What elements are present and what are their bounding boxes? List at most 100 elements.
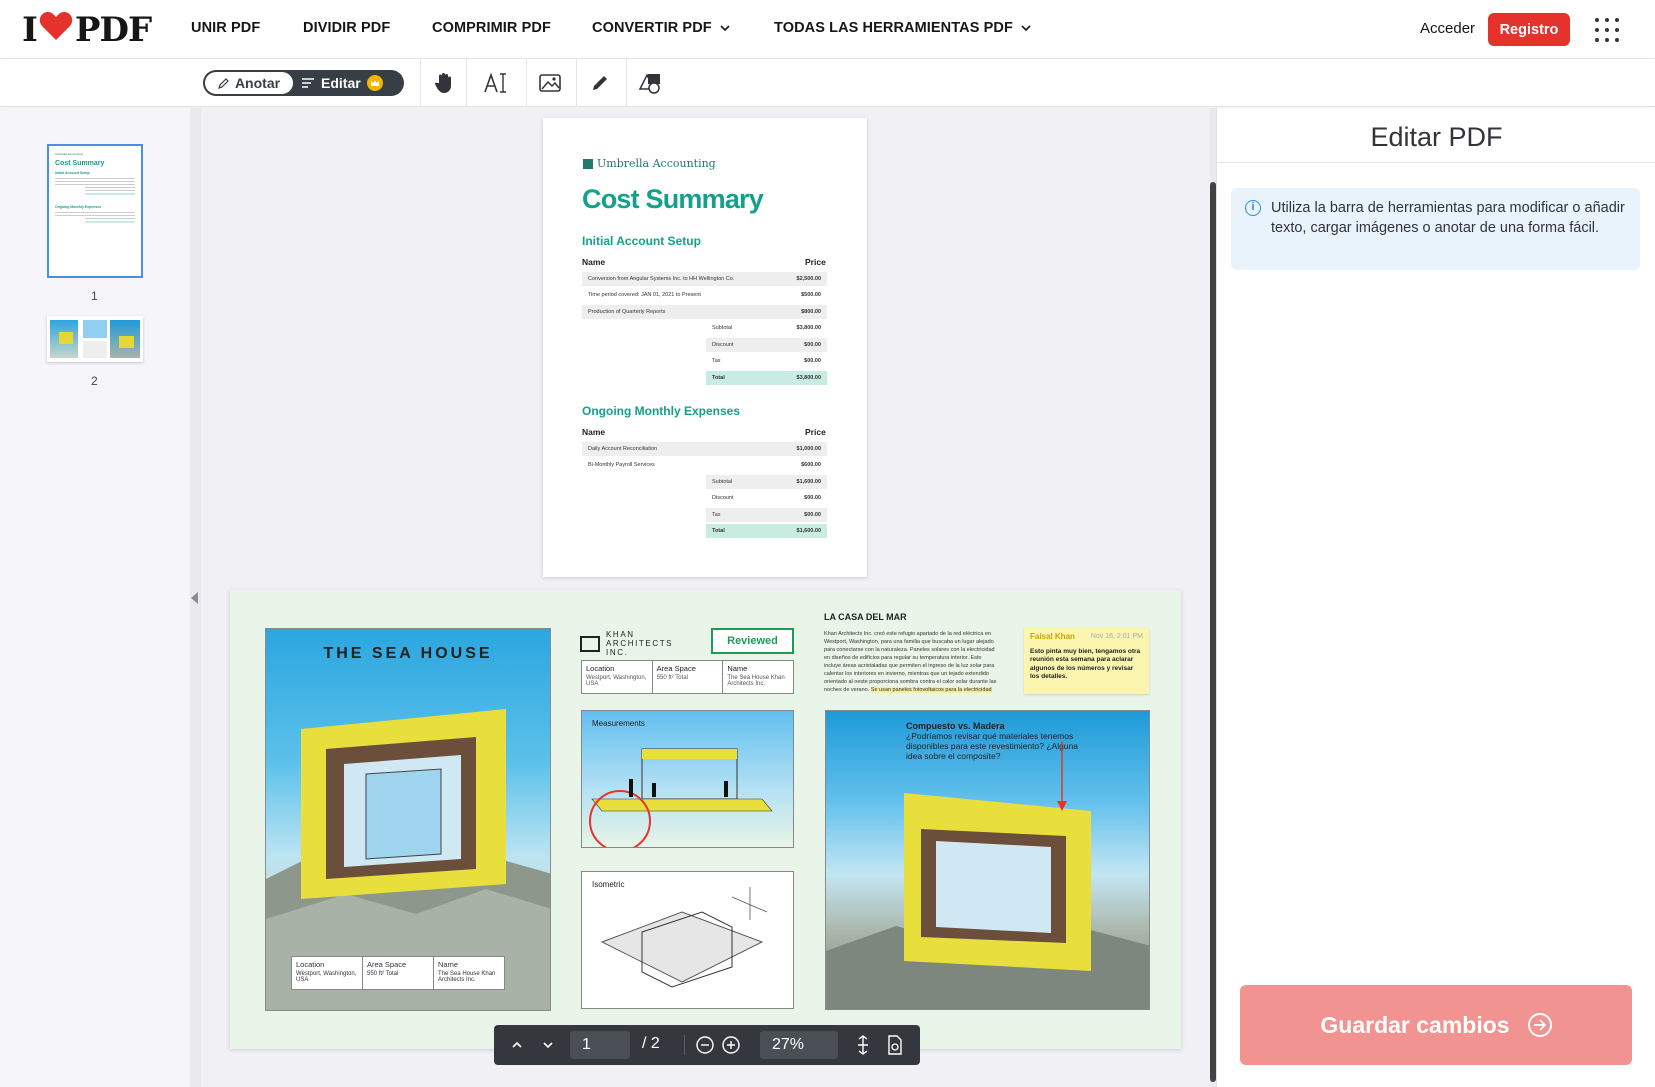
mode-toggle[interactable]: Anotar Editar bbox=[203, 70, 404, 96]
table-row: Production of Quarterly Reports $800.00 bbox=[582, 305, 827, 319]
col-name: Name bbox=[582, 427, 606, 437]
image-icon[interactable] bbox=[535, 69, 565, 97]
premium-crown-icon bbox=[366, 75, 383, 91]
highlighted-text[interactable]: Se usan paneles fotovoltaicos para la el… bbox=[870, 687, 992, 693]
casa-del-mar-text: Khan Architects Inc. creó este refugio a… bbox=[824, 631, 997, 693]
zoom-out-icon bbox=[696, 1036, 714, 1054]
mode-edit-button[interactable]: Editar bbox=[301, 72, 401, 94]
info-icon: i bbox=[1245, 200, 1261, 216]
thumbnail-section-1: Initial Account Setup bbox=[55, 171, 90, 175]
save-changes-button[interactable]: Guardar cambios bbox=[1240, 985, 1632, 1065]
ilovepdf-logo[interactable]: I PDF bbox=[22, 10, 152, 50]
isometric-sketch bbox=[600, 887, 768, 988]
thumbnail-brand: Umbrella Accounting bbox=[55, 152, 83, 156]
login-link[interactable]: Acceder bbox=[1420, 20, 1475, 37]
register-button[interactable]: Registro bbox=[1488, 13, 1570, 46]
pen-icon bbox=[217, 78, 229, 89]
fit-height-icon bbox=[858, 1035, 868, 1055]
page1-section-1: Initial Account Setup bbox=[582, 234, 701, 248]
sea-house-info-table: Location Westport, Washington, USA Area S… bbox=[291, 956, 505, 990]
total-row: Total $3,800.00 bbox=[706, 371, 827, 385]
add-text-icon[interactable] bbox=[481, 69, 511, 97]
nav-unir-pdf[interactable]: UNIR PDF bbox=[191, 20, 260, 36]
tax-row: Tax $00.00 bbox=[706, 508, 827, 522]
thumbnail-title: Cost Summary bbox=[55, 160, 105, 167]
table-row: Bi-Monthly Payroll Services $600.00 bbox=[588, 462, 821, 468]
edit-lines-icon bbox=[302, 78, 314, 88]
thumbnail-page-1[interactable]: Umbrella Accounting Cost Summary Initial… bbox=[47, 144, 143, 278]
nav-comprimir-pdf[interactable]: COMPRIMIR PDF bbox=[432, 20, 551, 36]
page-number-input[interactable]: 1 bbox=[570, 1031, 630, 1059]
collapse-sidebar-icon[interactable] bbox=[191, 592, 198, 604]
pencil-icon[interactable] bbox=[585, 69, 615, 97]
nav-dividir-pdf[interactable]: DIVIDIR PDF bbox=[303, 20, 390, 36]
page-controls: 1 / 2 27% bbox=[494, 1025, 920, 1065]
shapes-icon[interactable] bbox=[636, 69, 666, 97]
page1-section-2: Ongoing Monthly Expenses bbox=[582, 404, 741, 418]
measurements-drawing: Measurements bbox=[581, 710, 794, 848]
apps-grid-icon[interactable] bbox=[1594, 17, 1620, 43]
chevron-down-icon bbox=[1021, 25, 1031, 32]
subtotal-row: Subtotal $1,600.00 bbox=[706, 475, 827, 489]
col-name: Name bbox=[582, 257, 606, 267]
hand-icon[interactable] bbox=[429, 69, 459, 97]
tax-row: Tax $00.00 bbox=[712, 358, 821, 364]
zoom-level-input[interactable]: 27% bbox=[760, 1031, 838, 1059]
chevron-up-icon bbox=[512, 1041, 522, 1048]
info-box: i Utiliza la barra de herramientas para … bbox=[1231, 188, 1640, 270]
page1-title: Cost Summary bbox=[582, 184, 764, 214]
sea-house-perspective: Compuesto vs. Madera ¿Podríamos revisar q… bbox=[825, 710, 1150, 1010]
page1-brand: Umbrella Accounting bbox=[583, 157, 716, 170]
pdf-page-1[interactable]: Umbrella Accounting Cost Summary Initial… bbox=[543, 118, 867, 577]
thumbnail-page-number: 2 bbox=[91, 374, 98, 388]
chevron-down-icon bbox=[543, 1042, 553, 1049]
measurements-sketch bbox=[589, 748, 773, 847]
mode-annotate-button[interactable]: Anotar bbox=[205, 72, 293, 94]
thumbnail-section-2: Ongoing Monthly Expenses bbox=[55, 205, 102, 209]
pager-divider bbox=[684, 1035, 685, 1055]
col-price: Price bbox=[805, 427, 826, 437]
table-row: Daily Account Reconciliation $1,000.00 bbox=[582, 442, 827, 456]
toolbar-divider bbox=[526, 59, 527, 107]
fit-page-button[interactable] bbox=[880, 1025, 910, 1065]
sea-house-illustration: THE SEA HOUSE Location Westport, Washingt… bbox=[265, 628, 551, 1011]
casa-del-mar-title: LA CASA DEL MAR bbox=[824, 612, 907, 622]
perspective-drawing bbox=[826, 741, 1149, 1009]
chevron-down-icon bbox=[720, 25, 730, 32]
khan-architects-logo: KHAN ARCHITECTS INC. bbox=[580, 630, 686, 657]
top-navigation: I PDF UNIR PDF DIVIDIR PDF COMPRIMIR PDF… bbox=[0, 0, 1655, 59]
fit-height-button[interactable] bbox=[848, 1025, 878, 1065]
discount-row: Discount $00.00 bbox=[712, 495, 821, 501]
comment-note[interactable]: Faisal Khan Nov 16, 2:01 PM Esto pinta mu… bbox=[1024, 628, 1149, 694]
khan-info-table: Location Westport, Washington, USA Area S… bbox=[581, 660, 794, 694]
thumbnail-page-number: 1 bbox=[91, 289, 98, 303]
toolbar-divider bbox=[626, 59, 627, 107]
table-row: Conversion from Angular Systems Inc. to … bbox=[582, 272, 827, 286]
table-row: Time period covered: JAN 01, 2021 to Pre… bbox=[588, 292, 821, 298]
prev-page-button[interactable] bbox=[502, 1025, 532, 1065]
toolbar-divider bbox=[576, 59, 577, 107]
pdf-page-2[interactable]: THE SEA HOUSE Location Westport, Washingt… bbox=[230, 590, 1181, 1049]
nav-convertir-pdf[interactable]: CONVERTIR PDF bbox=[592, 20, 730, 36]
reviewed-stamp[interactable]: Reviewed bbox=[711, 628, 794, 654]
heart-icon bbox=[39, 10, 73, 50]
house-drawing bbox=[266, 709, 550, 1010]
zoom-in-icon bbox=[722, 1036, 740, 1054]
panel-divider bbox=[1217, 162, 1655, 163]
zoom-in-button[interactable] bbox=[716, 1025, 746, 1065]
discount-row: Discount $00.00 bbox=[706, 338, 827, 352]
page-total: / 2 bbox=[642, 1035, 660, 1052]
edit-panel: Editar PDF i Utiliza la barra de herrami… bbox=[1216, 108, 1655, 1087]
panel-title: Editar PDF bbox=[1370, 122, 1503, 152]
col-price: Price bbox=[805, 257, 826, 267]
arrow-right-icon bbox=[1527, 1013, 1552, 1037]
editor-toolbar: Anotar Editar bbox=[0, 59, 1655, 107]
subtotal-row: Subtotal $3,800.00 bbox=[712, 325, 821, 331]
next-page-button[interactable] bbox=[533, 1025, 563, 1065]
umbrella-logo-icon bbox=[583, 158, 593, 169]
thumbnail-page-2[interactable] bbox=[47, 316, 143, 362]
nav-todas-herramientas[interactable]: TODAS LAS HERRAMIENTAS PDF bbox=[774, 20, 1031, 36]
toolbar-divider bbox=[466, 59, 467, 107]
khan-logo-icon bbox=[580, 635, 600, 652]
fit-page-icon bbox=[888, 1035, 902, 1055]
